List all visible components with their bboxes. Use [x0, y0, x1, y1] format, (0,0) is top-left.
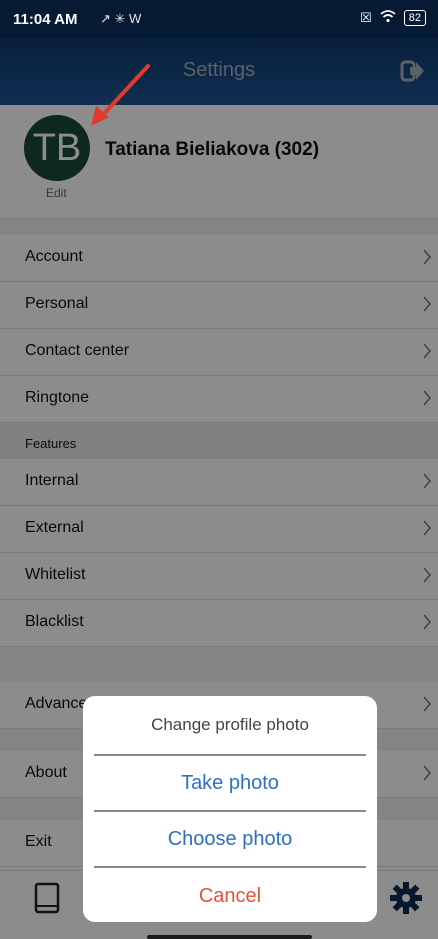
- close-box-icon: ☒: [360, 10, 372, 25]
- status-time: 11:04 AM: [13, 11, 78, 28]
- status-icons: ↗ ✳ W: [100, 11, 142, 26]
- action-sheet-title: Change profile photo: [151, 715, 309, 734]
- battery-icon: 82: [403, 10, 426, 26]
- status-bar: 11:04 AM ↗ ✳ W ☒ 82: [0, 0, 438, 38]
- annotation-arrow-icon: [91, 64, 150, 126]
- cancel-button[interactable]: Cancel: [83, 868, 377, 922]
- choose-photo-button[interactable]: Choose photo: [83, 812, 377, 866]
- wifi-icon: [380, 10, 396, 26]
- take-photo-button[interactable]: Take photo: [83, 756, 377, 810]
- change-photo-action-sheet: Change profile photo Take photo Choose p…: [83, 696, 377, 922]
- status-right: ☒ 82: [360, 10, 426, 26]
